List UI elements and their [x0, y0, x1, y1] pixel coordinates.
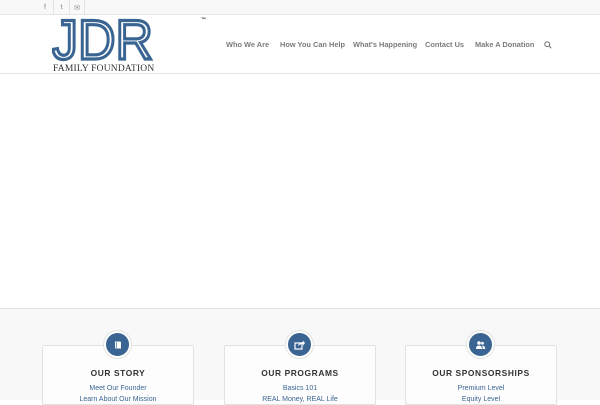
search-icon-glyph	[544, 40, 552, 49]
link-premium-level[interactable]: Premium Level	[406, 385, 556, 392]
nav-whats-happening[interactable]: What's Happening	[353, 15, 417, 74]
link-basics-101[interactable]: Basics 101	[225, 385, 375, 392]
logo-letters-text: JDR	[52, 15, 153, 63]
mail-icon[interactable]: ✉	[69, 0, 85, 15]
search-icon[interactable]	[544, 15, 552, 74]
card-title: OUR PROGRAMS	[261, 368, 339, 378]
share-icon	[286, 331, 313, 358]
card-title: OUR SPONSORSHIPS	[432, 368, 530, 378]
hero-slider	[0, 74, 600, 309]
nav-who-we-are[interactable]: Who We Are	[226, 15, 269, 74]
trademark-symbol: ™	[201, 17, 206, 23]
nav-make-a-donation[interactable]: Make A Donation	[475, 15, 534, 74]
top-bar: f t ✉	[0, 0, 600, 15]
nav-how-you-can-help[interactable]: How You Can Help	[280, 15, 345, 74]
facebook-icon[interactable]: f	[37, 0, 53, 15]
book-icon	[104, 331, 131, 358]
nav-contact-us[interactable]: Contact Us	[425, 15, 464, 74]
users-icon	[467, 331, 494, 358]
twitter-icon[interactable]: t	[53, 0, 69, 15]
link-meet-our-founder[interactable]: Meet Our Founder	[43, 385, 193, 392]
logo-letters: JDR	[50, 6, 154, 72]
logo-subtitle: FAMILY FOUNDATION	[53, 64, 155, 74]
card-title: OUR STORY	[90, 368, 146, 378]
site-header: JDR ™ FAMILY FOUNDATION Who We Are How Y…	[0, 6, 600, 74]
